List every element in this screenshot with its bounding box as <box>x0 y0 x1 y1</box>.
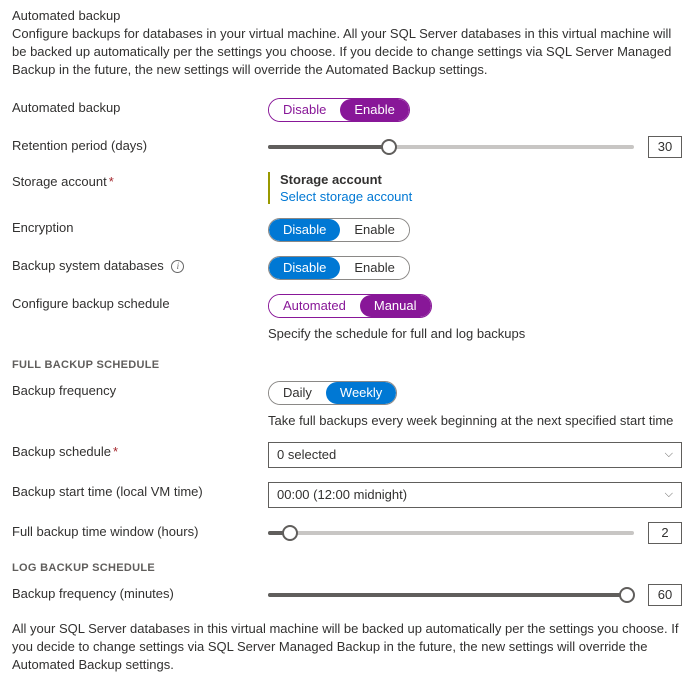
storage-account-heading: Storage account <box>280 172 412 187</box>
retention-slider[interactable] <box>268 145 634 149</box>
footer-text: All your SQL Server databases in this vi… <box>12 620 682 675</box>
chevron-down-icon: ⌵ <box>665 448 673 461</box>
log-frequency-slider[interactable] <box>268 593 634 597</box>
automated-backup-toggle[interactable]: Disable Enable <box>268 98 410 122</box>
select-storage-account-link[interactable]: Select storage account <box>280 189 412 204</box>
backup-start-time-value: 00:00 (12:00 midnight) <box>277 487 407 502</box>
log-frequency-value[interactable]: 60 <box>648 584 682 606</box>
page-description: Configure backups for databases in your … <box>12 25 682 80</box>
backup-start-time-label: Backup start time (local VM time) <box>12 482 268 499</box>
automated-backup-enable[interactable]: Enable <box>340 99 408 121</box>
configure-schedule-manual[interactable]: Manual <box>360 295 431 317</box>
page-title: Automated backup <box>12 8 682 23</box>
backup-system-db-toggle[interactable]: Disable Enable <box>268 256 410 280</box>
backup-frequency-weekly[interactable]: Weekly <box>326 382 396 404</box>
retention-value[interactable]: 30 <box>648 136 682 158</box>
retention-label: Retention period (days) <box>12 136 268 153</box>
backup-system-db-label: Backup system databases i <box>12 256 268 273</box>
backup-frequency-toggle[interactable]: Daily Weekly <box>268 381 397 405</box>
full-window-value[interactable]: 2 <box>648 522 682 544</box>
log-frequency-label: Backup frequency (minutes) <box>12 584 268 601</box>
full-window-slider[interactable] <box>268 531 634 535</box>
backup-system-db-disable[interactable]: Disable <box>269 257 340 279</box>
full-window-slider-thumb[interactable] <box>282 525 298 541</box>
configure-schedule-automated[interactable]: Automated <box>269 295 360 317</box>
backup-schedule-label: Backup schedule* <box>12 442 268 459</box>
configure-schedule-hint: Specify the schedule for full and log ba… <box>268 326 525 341</box>
backup-schedule-value: 0 selected <box>277 447 336 462</box>
configure-schedule-label: Configure backup schedule <box>12 294 268 311</box>
info-icon[interactable]: i <box>171 260 184 273</box>
backup-schedule-select[interactable]: 0 selected ⌵ <box>268 442 682 468</box>
encryption-label: Encryption <box>12 218 268 235</box>
log-backup-section-header: LOG BACKUP SCHEDULE <box>12 562 682 574</box>
automated-backup-label: Automated backup <box>12 98 268 115</box>
encryption-disable[interactable]: Disable <box>269 219 340 241</box>
encryption-toggle[interactable]: Disable Enable <box>268 218 410 242</box>
automated-backup-disable[interactable]: Disable <box>269 99 340 121</box>
full-backup-section-header: FULL BACKUP SCHEDULE <box>12 359 682 371</box>
required-asterisk: * <box>109 174 114 189</box>
required-asterisk: * <box>113 444 118 459</box>
log-frequency-slider-thumb[interactable] <box>619 587 635 603</box>
full-window-label: Full backup time window (hours) <box>12 522 268 539</box>
storage-account-label: Storage account* <box>12 172 268 189</box>
backup-system-db-enable[interactable]: Enable <box>340 257 408 279</box>
encryption-enable[interactable]: Enable <box>340 219 408 241</box>
backup-frequency-hint: Take full backups every week beginning a… <box>268 413 673 428</box>
backup-start-time-select[interactable]: 00:00 (12:00 midnight) ⌵ <box>268 482 682 508</box>
retention-slider-thumb[interactable] <box>381 139 397 155</box>
backup-frequency-daily[interactable]: Daily <box>269 382 326 404</box>
backup-frequency-label: Backup frequency <box>12 381 268 398</box>
configure-schedule-toggle[interactable]: Automated Manual <box>268 294 432 318</box>
chevron-down-icon: ⌵ <box>665 488 673 501</box>
